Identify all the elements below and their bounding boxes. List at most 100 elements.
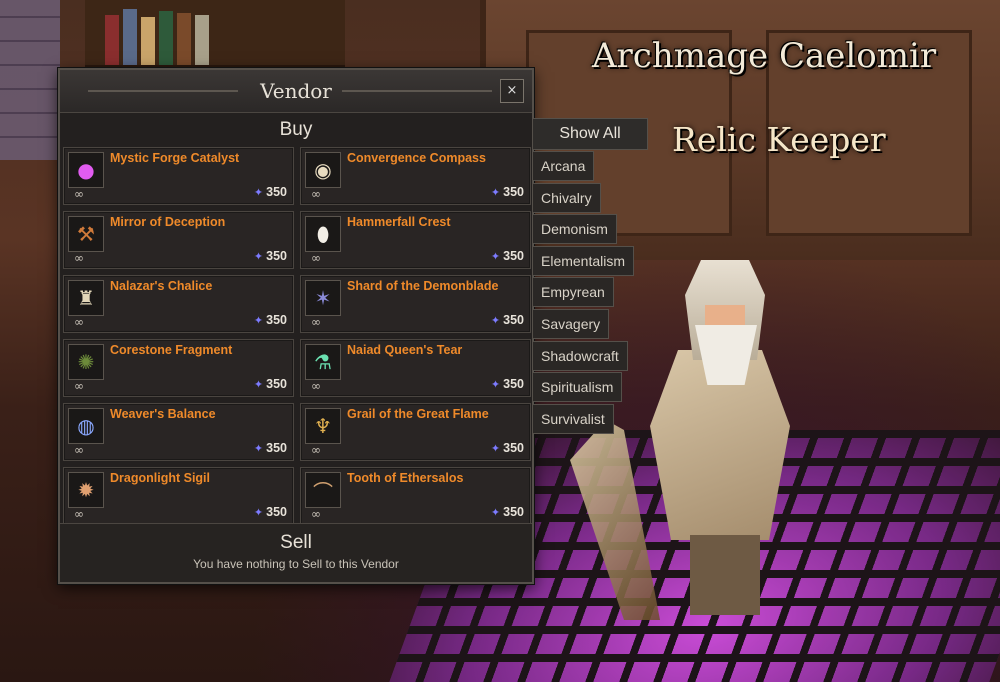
- item-price: ✦ 350: [254, 313, 287, 327]
- infinite-stock-icon: ∞: [311, 251, 321, 265]
- currency-icon: ✦: [490, 314, 501, 327]
- filter-arcana[interactable]: Arcana: [532, 151, 595, 181]
- close-button[interactable]: ×: [500, 79, 524, 103]
- price-value: 350: [503, 185, 524, 199]
- price-value: 350: [266, 377, 287, 391]
- vendor-item[interactable]: ◉ Convergence Compass ∞ ✦ 350: [300, 147, 531, 205]
- price-value: 350: [266, 313, 287, 327]
- sell-message: You have nothing to Sell to this Vendor: [193, 557, 399, 571]
- infinite-stock-icon: ∞: [74, 251, 84, 265]
- currency-icon: ✦: [490, 378, 501, 391]
- npc-name: Archmage Caelomir: [592, 36, 937, 76]
- vendor-title: Vendor: [260, 79, 332, 103]
- header-ornament-right: [342, 90, 492, 92]
- vendor-item[interactable]: ✺ Corestone Fragment ∞ ✦ 350: [63, 339, 294, 397]
- item-name: Corestone Fragment: [110, 343, 233, 357]
- price-value: 350: [266, 505, 287, 519]
- filter-savagery[interactable]: Savagery: [532, 309, 610, 339]
- item-name: Hammerfall Crest: [347, 215, 451, 229]
- shard-icon: ✶: [305, 280, 341, 316]
- currency-icon: ✦: [253, 378, 264, 391]
- item-price: ✦ 350: [254, 185, 287, 199]
- sell-section: Sell You have nothing to Sell to this Ve…: [60, 523, 532, 582]
- item-name: Convergence Compass: [347, 151, 486, 165]
- vendor-item[interactable]: ✹ Dragonlight Sigil ∞ ✦ 350: [63, 467, 294, 525]
- show-all-button[interactable]: Show All: [532, 118, 648, 150]
- npc-title: Relic Keeper: [672, 120, 886, 159]
- filter-elementalism[interactable]: Elementalism: [532, 245, 635, 276]
- currency-icon: ✦: [490, 442, 501, 455]
- item-price: ✦ 350: [491, 377, 524, 391]
- vendor-item[interactable]: ♆ Grail of the Great Flame ∞ ✦ 350: [300, 403, 531, 461]
- vendor-item[interactable]: ♜ Nalazar's Chalice ∞ ✦ 350: [63, 275, 294, 333]
- item-price: ✦ 350: [491, 249, 524, 263]
- item-price: ✦ 350: [254, 377, 287, 391]
- tooth-icon: ⌒: [305, 472, 341, 508]
- infinite-stock-icon: ∞: [74, 315, 84, 329]
- vendor-window: Vendor × Buy ● Mystic Forge Catalyst ∞ ✦ 350…: [58, 68, 534, 584]
- sigil-icon: ✹: [68, 472, 104, 508]
- filter-empyrean[interactable]: Empyrean: [532, 277, 614, 308]
- currency-icon: ✦: [253, 314, 264, 327]
- stone-wall: [0, 0, 60, 160]
- stone-icon: ✺: [68, 344, 104, 380]
- currency-icon: ✦: [253, 186, 264, 199]
- filter-shadowcraft[interactable]: Shadowcraft: [532, 340, 628, 371]
- currency-icon: ✦: [253, 442, 264, 455]
- vial-icon: ⚗: [305, 344, 341, 380]
- chalice-icon: ♜: [68, 280, 104, 316]
- filter-demonism[interactable]: Demonism: [532, 214, 617, 245]
- item-price: ✦ 350: [491, 441, 524, 455]
- price-value: 350: [503, 249, 524, 263]
- price-value: 350: [266, 441, 287, 455]
- filter-spiritualism[interactable]: Spiritualism: [532, 372, 623, 403]
- item-name: Weaver's Balance: [110, 407, 216, 421]
- compass-icon: ◉: [305, 152, 341, 188]
- vendor-header: Vendor ×: [60, 70, 532, 113]
- item-name: Naiad Queen's Tear: [347, 343, 463, 357]
- price-value: 350: [266, 185, 287, 199]
- item-name: Grail of the Great Flame: [347, 407, 489, 421]
- vendor-item[interactable]: ⌒ Tooth of Ethersalos ∞ ✦ 350: [300, 467, 531, 525]
- header-ornament-left: [88, 90, 238, 92]
- infinite-stock-icon: ∞: [74, 379, 84, 393]
- vendor-item[interactable]: ⚗ Naiad Queen's Tear ∞ ✦ 350: [300, 339, 531, 397]
- infinite-stock-icon: ∞: [311, 187, 321, 201]
- currency-icon: ✦: [490, 186, 501, 199]
- item-grid: ● Mystic Forge Catalyst ∞ ✦ 350 ◉ Convergence …: [60, 147, 532, 525]
- infinite-stock-icon: ∞: [311, 443, 321, 457]
- grail-icon: ♆: [305, 408, 341, 444]
- infinite-stock-icon: ∞: [311, 507, 321, 521]
- item-price: ✦ 350: [254, 505, 287, 519]
- price-value: 350: [266, 249, 287, 263]
- slime-orb-icon: ●: [68, 152, 104, 188]
- npc-character[interactable]: [570, 240, 830, 620]
- vendor-item[interactable]: ✶ Shard of the Demonblade ∞ ✦ 350: [300, 275, 531, 333]
- item-price: ✦ 350: [491, 313, 524, 327]
- item-name: Mirror of Deception: [110, 215, 226, 229]
- currency-icon: ✦: [490, 250, 501, 263]
- vendor-item[interactable]: ◍ Weaver's Balance ∞ ✦ 350: [63, 403, 294, 461]
- infinite-stock-icon: ∞: [74, 443, 84, 457]
- filter-survivalist[interactable]: Survivalist: [532, 403, 614, 434]
- currency-icon: ✦: [253, 250, 264, 263]
- vendor-item[interactable]: ⬮ Hammerfall Crest ∞ ✦ 350: [300, 211, 531, 269]
- item-price: ✦ 350: [254, 441, 287, 455]
- filter-chivalry[interactable]: Chivalry: [532, 182, 601, 213]
- item-price: ✦ 350: [491, 185, 524, 199]
- infinite-stock-icon: ∞: [311, 379, 321, 393]
- item-name: Nalazar's Chalice: [110, 279, 213, 293]
- infinite-stock-icon: ∞: [311, 315, 321, 329]
- crest-icon: ⬮: [305, 216, 341, 252]
- orb-icon: ◍: [68, 408, 104, 444]
- item-price: ✦ 350: [491, 505, 524, 519]
- price-value: 350: [503, 377, 524, 391]
- item-price: ✦ 350: [254, 249, 287, 263]
- bookshelf: [85, 0, 345, 71]
- vendor-item[interactable]: ● Mystic Forge Catalyst ∞ ✦ 350: [63, 147, 294, 205]
- buy-section-title: Buy: [279, 119, 313, 140]
- mace-icon: ⚒: [68, 216, 104, 252]
- item-name: Dragonlight Sigil: [110, 471, 210, 485]
- vendor-item[interactable]: ⚒ Mirror of Deception ∞ ✦ 350: [63, 211, 294, 269]
- currency-icon: ✦: [490, 506, 501, 519]
